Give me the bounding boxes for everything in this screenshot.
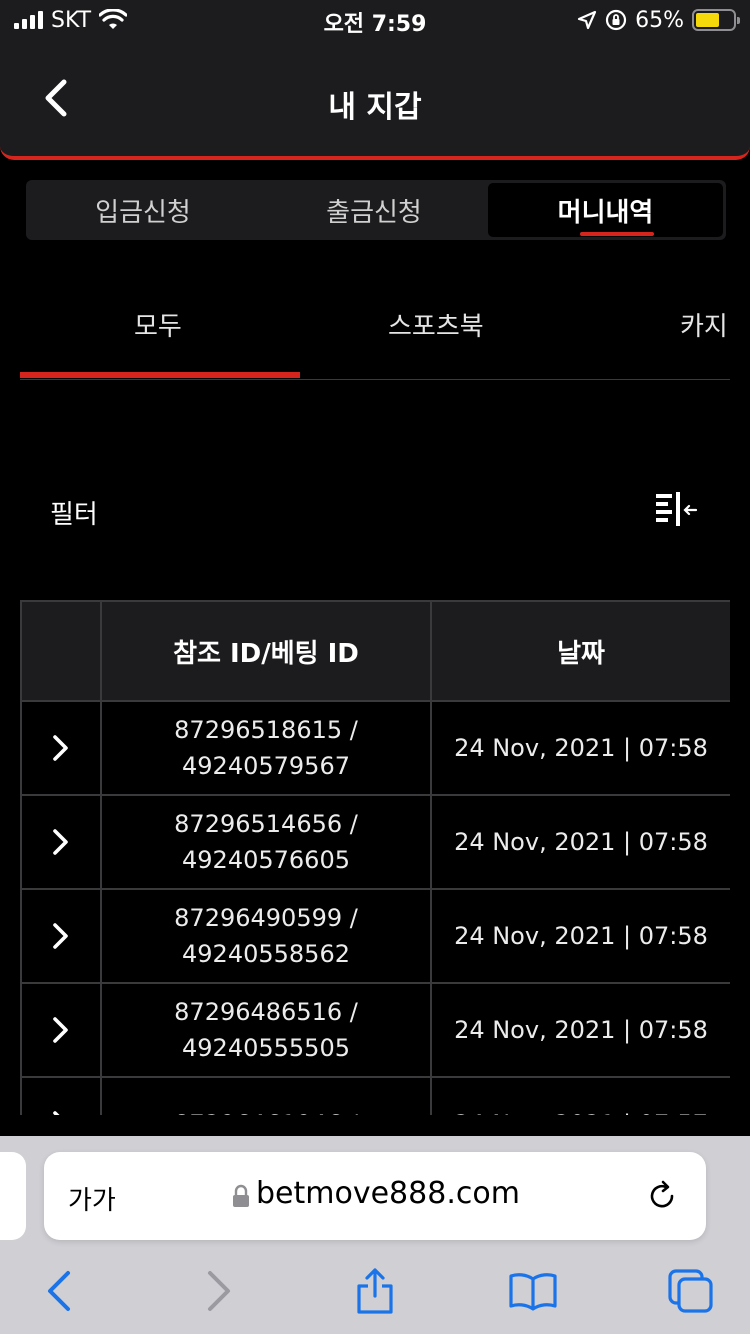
row-ref-id: 87296490599 / [174, 904, 358, 932]
category-tab-casino[interactable]: 카지 [680, 306, 728, 343]
row-ref-bet-id: 87296461946 / [100, 1076, 432, 1115]
address-bar[interactable]: 가가 betmove888.com [44, 1152, 706, 1240]
row-ref-bet-id: 87296514656 / 49240576605 [100, 794, 432, 890]
battery-fill [696, 13, 720, 27]
back-arrow-icon [48, 1271, 70, 1311]
battery-percent: 65% [635, 7, 684, 33]
browser-bottom-bar: 가가 betmove888.com [0, 1136, 750, 1334]
page-title: 내 지갑 [328, 90, 422, 125]
bookmarks-button[interactable] [506, 1266, 560, 1316]
reload-icon[interactable] [644, 1178, 680, 1214]
previous-tab-preview[interactable] [0, 1152, 26, 1240]
filter-collapse-icon[interactable] [654, 490, 700, 530]
row-expand-button[interactable] [20, 982, 102, 1078]
table-row[interactable]: 87296518615 / 49240579567 24 Nov, 2021 | 0… [20, 700, 730, 796]
table-row[interactable]: 87296490599 / 49240558562 24 Nov, 2021 | 0… [20, 888, 730, 984]
row-ref-bet-id: 87296490599 / 49240558562 [100, 888, 432, 984]
forward-arrow-icon [208, 1271, 230, 1311]
row-expand-button[interactable] [20, 794, 102, 890]
table-header-ref-id: 참조 ID/베팅 ID [100, 600, 432, 702]
browser-back-button[interactable] [32, 1266, 86, 1316]
chevron-right-icon [53, 1111, 60, 1115]
location-arrow-icon [577, 10, 597, 30]
row-expand-button[interactable] [20, 700, 102, 796]
chevron-right-icon [53, 923, 68, 949]
orientation-lock-icon [605, 9, 627, 31]
row-bet-id: 49240555505 [182, 1034, 350, 1062]
row-ref-bet-id: 87296486516 / 49240555505 [100, 982, 432, 1078]
row-expand-button[interactable] [20, 888, 102, 984]
status-bar: SKT 오전 7:59 65% [0, 0, 750, 40]
active-tab-underline [580, 232, 654, 236]
tab-deposit-request[interactable]: 입금신청 [26, 180, 260, 240]
tab-money-history[interactable]: 머니내역 [488, 183, 723, 237]
filter-label[interactable]: 필터 [50, 494, 98, 531]
tabs-icon [668, 1269, 713, 1313]
table-header-row: 참조 ID/베팅 ID 날짜 [20, 600, 730, 702]
row-bet-id: 49240576605 [182, 846, 350, 874]
row-date: 24 Nov, 2021 | 07:58 [430, 888, 730, 984]
battery-icon [692, 9, 740, 31]
status-right: 65% [577, 6, 740, 34]
tab-withdraw-request[interactable]: 출금신청 [260, 180, 488, 240]
lock-icon [233, 1184, 249, 1207]
category-tab-all[interactable]: 모두 [134, 306, 182, 343]
tabs-button[interactable] [664, 1266, 718, 1316]
category-active-indicator [20, 372, 300, 378]
row-date: 24 Nov, 2021 | 07:58 [430, 794, 730, 890]
row-bet-id: 49240579567 [182, 752, 350, 780]
share-icon [357, 1268, 393, 1314]
row-expand-button[interactable] [20, 1076, 102, 1115]
chevron-right-icon [53, 1017, 68, 1043]
chevron-right-icon [53, 829, 68, 855]
wallet-tabs: 입금신청 출금신청 머니내역 [26, 180, 726, 240]
money-history-table: 참조 ID/베팅 ID 날짜 87296518615 / 49240579567 2… [20, 600, 730, 1115]
row-ref-id: 87296514656 / [174, 810, 358, 838]
row-date: 24 Nov, 2021 | 07:58 [430, 982, 730, 1078]
category-tab-sportsbook[interactable]: 스포츠북 [388, 306, 484, 343]
share-button[interactable] [348, 1266, 402, 1316]
row-ref-id: 87296518615 / [174, 716, 358, 744]
table-header-expand [20, 600, 102, 702]
book-icon [509, 1273, 557, 1311]
row-ref-id: 87296486516 / [174, 998, 358, 1026]
table-row[interactable]: 87296461946 /24 Nov, 2021 | 07:57 [20, 1076, 730, 1115]
category-tabs: 모두 스포츠북 카지 [20, 290, 730, 380]
row-date: 24 Nov, 2021 | 07:57 [430, 1076, 730, 1115]
app-header: 내 지갑 [0, 40, 750, 160]
chevron-right-icon [53, 735, 68, 761]
row-bet-id: 49240558562 [182, 940, 350, 968]
table-row[interactable]: 87296514656 / 49240576605 24 Nov, 2021 | 0… [20, 794, 730, 890]
table-row[interactable]: 87296486516 / 49240555505 24 Nov, 2021 | 0… [20, 982, 730, 1078]
text-size-button[interactable]: 가가 [68, 1180, 116, 1217]
row-date: 24 Nov, 2021 | 07:58 [430, 700, 730, 796]
url-domain: betmove888.com [256, 1176, 520, 1211]
browser-forward-button[interactable] [192, 1266, 246, 1316]
row-ref-bet-id: 87296518615 / 49240579567 [100, 700, 432, 796]
table-header-date: 날짜 [430, 600, 730, 702]
row-ref-id: 87296461946 / [102, 1106, 430, 1115]
